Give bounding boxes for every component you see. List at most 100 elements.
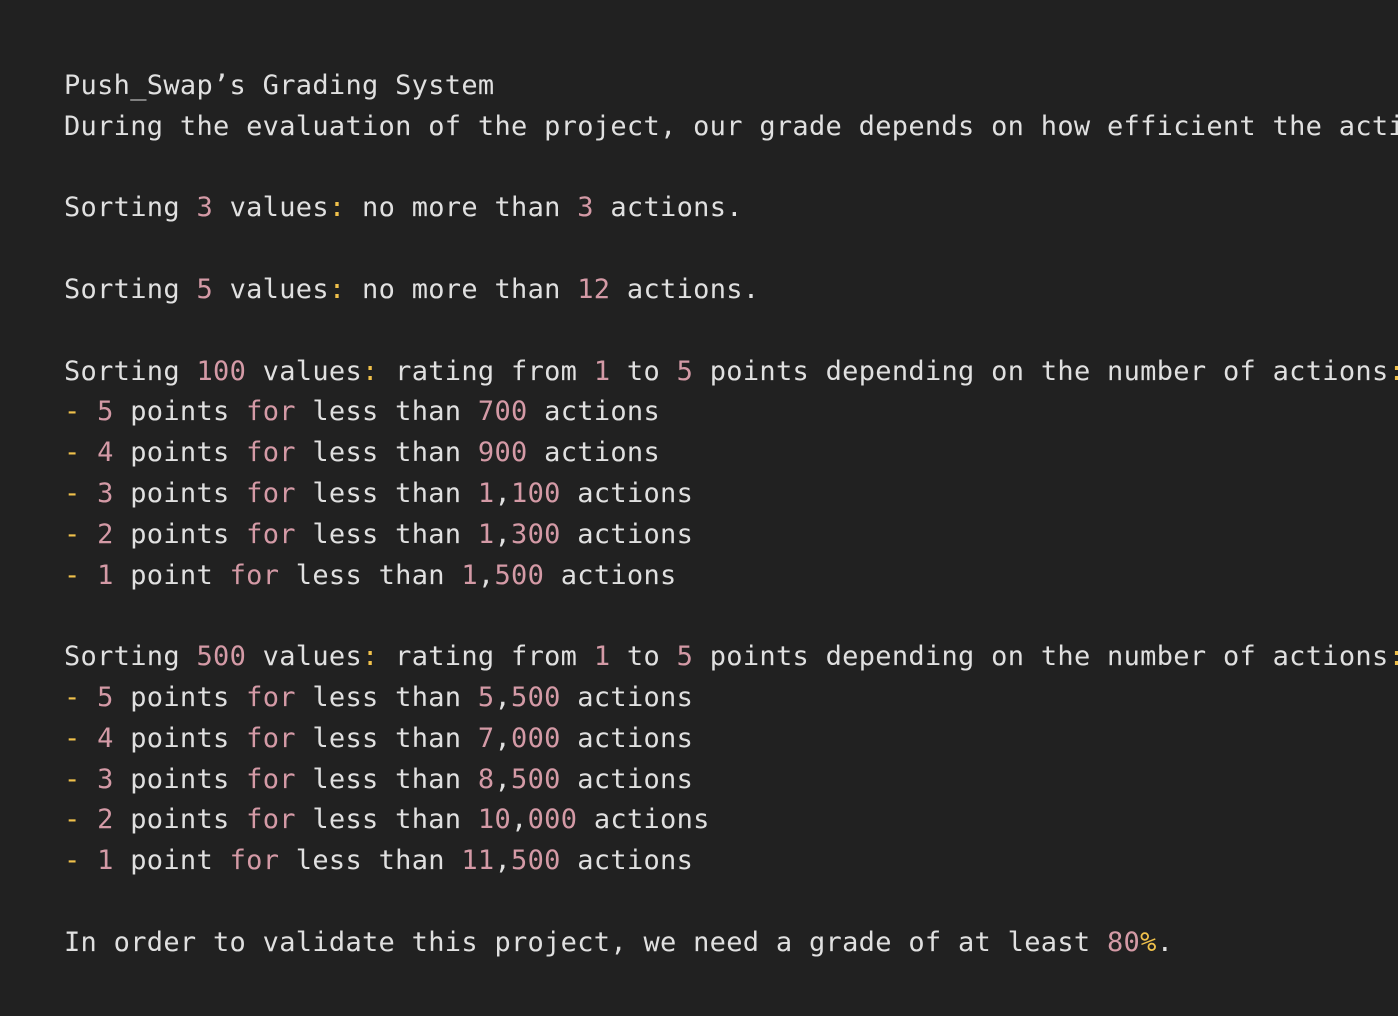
dash-token: - [64,804,81,836]
text-token: Push_Swap’s Grading System [64,70,495,101]
number-token: 100 [196,355,247,387]
number-token: 10 [477,804,512,836]
text-token: During the evaluation of the project, ou… [64,110,1398,142]
text-token: Sorting [64,273,197,305]
text-token: less than [279,845,462,877]
text-token: points [113,518,247,550]
number-token: 300 [511,518,561,550]
text-token: , [494,722,512,754]
text-token: points [113,763,247,795]
text-token: actions [577,804,710,836]
keyword-token: for [246,681,296,713]
number-token: 700 [477,396,528,428]
text-token: , [511,804,528,836]
number-token: 5 [97,396,114,428]
code-line: - 1 point for less than 11,500 actions [64,841,1398,882]
text-token: , [477,559,495,591]
number-token: 500 [494,559,545,591]
keyword-token: for [229,559,280,591]
text-token: actions [544,559,677,591]
text-token: less than [295,763,478,795]
code-line: - 4 points for less than 900 actions [64,433,1398,474]
number-token: 8 [477,763,495,795]
text-token: Sorting [64,192,197,224]
text-token: less than [295,396,478,428]
text-token: less than [295,681,478,713]
text-token: no more than [345,273,578,305]
number-token: 7 [477,722,495,754]
dash-token: - [64,396,81,428]
text-token: , [494,477,512,509]
text-token: actions [560,518,694,550]
code-line: - 2 points for less than 10,000 actions [64,800,1398,841]
text-token: , [494,518,512,550]
keyword-token: for [246,804,296,836]
text-token: less than [295,804,478,836]
keyword-token: for [246,518,296,550]
code-line: Sorting 5 values: no more than 12 action… [64,270,1398,311]
code-line: - 5 points for less than 700 actions [64,392,1398,433]
dash-token: - [64,722,81,754]
text-token: less than [295,518,478,550]
code-line: - 3 points for less than 1,100 actions [64,474,1398,515]
text-token: actions [560,681,694,713]
text-token: values [213,273,329,305]
number-token: 4 [97,437,114,469]
text-token: actions [560,477,694,509]
number-token: 3 [97,763,114,795]
text-token: points [113,477,247,509]
number-token: 2 [97,518,114,550]
code-line: Sorting 500 values: rating from 1 to 5 p… [64,637,1398,678]
text-token: point [113,845,230,877]
text-token: , [494,681,512,713]
dash-token: - [64,845,81,877]
code-line: - 5 points for less than 5,500 actions [64,678,1398,719]
text-token: rating from [378,641,594,673]
text-token: points [113,396,247,428]
keyword-token: for [246,396,296,428]
number-token: 4 [97,722,114,754]
number-token: 3 [577,192,594,224]
text-token: points depending on the number of action… [693,355,1389,387]
punctuation-token: : [328,273,346,305]
code-editor[interactable]: Push_Swap’s Grading System During the eva… [0,0,1398,1016]
number-token: 80 [1107,926,1141,958]
number-token: 12 [577,273,611,305]
text-token: points depending on the number of action… [693,641,1389,673]
text-token: , [494,845,512,877]
text-token: points [113,722,247,754]
code-line: Sorting 3 values: no more than 3 actions… [64,188,1398,229]
text-token: less than [279,559,462,591]
punctuation-token: % [1140,926,1157,958]
punctuation-token: : [328,192,346,224]
code-text[interactable]: Push_Swap’s Grading System During the eva… [64,66,1398,964]
text-token: rating from [378,355,594,387]
text-token: points [113,804,247,836]
number-token: 1 [97,845,114,877]
number-token: 000 [511,722,561,754]
text-token: actions. [610,273,760,305]
punctuation-token: : [362,641,379,673]
number-token: 1 [477,518,495,550]
text-token: actions [560,845,694,877]
text-token: to [610,641,677,673]
number-token: 1 [593,355,611,387]
punctuation-token: : [1389,356,1398,387]
keyword-token: for [246,722,296,754]
text-token: In order to validate this project, we ne… [64,926,1107,958]
number-token: 500 [511,763,561,795]
text-token: point [113,559,230,591]
text-token: values [246,641,363,673]
code-line: - 3 points for less than 8,500 actions [64,760,1398,801]
dash-token: - [64,559,81,591]
